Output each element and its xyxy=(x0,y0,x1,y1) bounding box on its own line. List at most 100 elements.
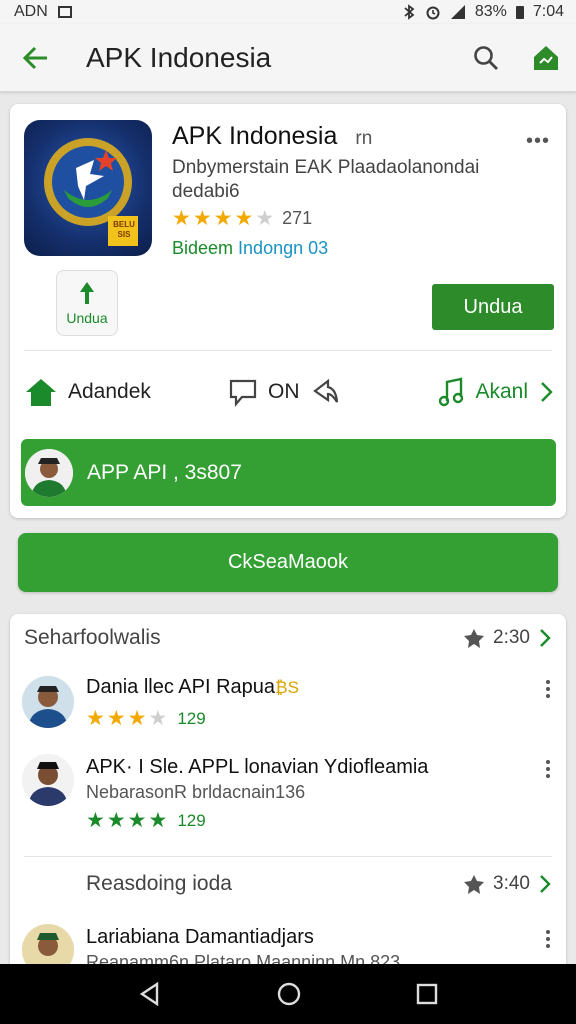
list-item-subtitle: NebarasonR brldacnain136 xyxy=(86,782,306,802)
nav-back-button[interactable] xyxy=(137,981,163,1007)
section-header[interactable]: Seharfoolwalis 2:30 xyxy=(24,626,552,650)
more-options-button[interactable]: ••• xyxy=(526,130,550,153)
app-bar: APK Indonesia xyxy=(0,24,576,92)
avatar xyxy=(22,676,74,728)
star-icon: ★ xyxy=(106,707,126,730)
list-item-title: APK· I Sle. APPL lonavian Ydiofleamia xyxy=(86,756,429,778)
small-install-label: Undua xyxy=(66,310,108,326)
back-button[interactable] xyxy=(0,24,72,92)
app-description: Dnbymerstain EAK Plaadaolanondai dedabi6 xyxy=(172,157,480,202)
rating-count: 129 xyxy=(177,708,206,728)
store-button[interactable] xyxy=(516,24,576,92)
list-item[interactable]: Dania llec API Rapua₿S ★ ★ ★ ★ 129 xyxy=(22,674,554,738)
nav-recents-button[interactable] xyxy=(415,982,439,1006)
item-overflow-button[interactable] xyxy=(542,680,554,698)
avatar xyxy=(25,448,73,497)
star-icon: ★ xyxy=(86,707,105,730)
comment-action-label: ON xyxy=(268,380,300,403)
home-action-label: Adandek xyxy=(68,380,151,403)
list-item-rating: ★ ★ ★ ★ 129 xyxy=(86,810,206,831)
person-avatar-icon xyxy=(22,676,74,728)
list-item-title-text: Dania llec API Rapua xyxy=(86,676,276,698)
star-icon: ★ xyxy=(148,707,168,730)
star-icon: ★ xyxy=(234,207,254,230)
avatar xyxy=(22,754,74,806)
chevron-right-icon xyxy=(540,629,551,647)
signal-icon xyxy=(450,5,465,19)
promo-banner[interactable]: APP API , 3s807 xyxy=(21,439,556,506)
chat-bubble-icon xyxy=(229,379,257,407)
comment-action[interactable]: ON xyxy=(228,377,428,407)
icon-badge-text: BELU SIS xyxy=(113,220,135,239)
star-icon: ★ xyxy=(127,707,147,730)
list-item-title: Lariabiana Damantiadjars xyxy=(86,926,314,948)
publisher-detail: Indongn 03 xyxy=(238,238,329,258)
status-left-text: ADN xyxy=(14,3,48,20)
rating-count: 271 xyxy=(282,208,313,228)
app-rating: ★ ★ ★ ★ ★ 271 xyxy=(172,208,312,229)
home-icon xyxy=(26,379,56,406)
app-icon: BELU SIS xyxy=(24,120,152,256)
promo-text: APP API , 3s807 xyxy=(87,460,242,484)
divider xyxy=(24,856,552,857)
section-header[interactable]: Reasdoing ioda 3:40 xyxy=(24,872,552,896)
app-title-text: APK Indonesia xyxy=(172,122,338,150)
screenshot-notification-icon xyxy=(57,6,72,18)
music-note-icon xyxy=(439,377,464,407)
battery-icon xyxy=(515,5,524,19)
person-avatar-icon xyxy=(22,754,74,806)
status-time: 7:04 xyxy=(532,3,564,20)
person-avatar-icon xyxy=(25,448,73,497)
nav-home-button[interactable] xyxy=(276,981,302,1007)
badge-star-icon xyxy=(464,875,485,894)
list-item-rating: ★ ★ ★ ★ 129 xyxy=(86,708,206,729)
star-icon: ★ xyxy=(192,207,212,230)
badge-star-icon xyxy=(464,629,485,648)
app-title-suffix: rn xyxy=(355,128,373,149)
item-overflow-button[interactable] xyxy=(542,760,554,778)
divider xyxy=(24,350,552,351)
music-action[interactable]: Akanl xyxy=(437,377,554,407)
rating-count: 129 xyxy=(177,810,206,830)
action-row: Adandek ON Akanl xyxy=(24,366,554,418)
search-button[interactable] xyxy=(456,24,516,92)
alarm-icon xyxy=(426,6,440,20)
search-icon xyxy=(474,45,498,70)
system-nav-bar xyxy=(0,964,576,1024)
star-icon: ★ xyxy=(213,207,233,230)
list-item[interactable]: APK· I Sle. APPL lonavian Ydiofleamia Ne… xyxy=(22,752,554,838)
publisher-name: Bideem xyxy=(172,238,234,258)
music-action-label: Akanl xyxy=(475,380,528,403)
chevron-right-icon xyxy=(540,875,551,893)
section-meta-text: 3:40 xyxy=(493,873,530,894)
install-button[interactable]: Undua xyxy=(432,284,554,330)
item-overflow-button[interactable] xyxy=(542,930,554,948)
store-home-icon xyxy=(534,45,558,70)
star-icon: ★ xyxy=(86,809,105,832)
page-title: APK Indonesia xyxy=(86,41,272,73)
small-install-button[interactable]: Undua xyxy=(56,270,118,336)
star-icon: ★ xyxy=(172,207,191,230)
list-item-title-extra: ₿S xyxy=(275,678,299,697)
status-bar: ADN 83% 7:04 xyxy=(0,0,576,24)
publisher[interactable]: Bideem Indongn 03 xyxy=(172,238,328,259)
app-title: APK Indonesia rn xyxy=(172,122,372,151)
app-detail-card: BELU SIS APK Indonesia rn ••• Dnbymerstai… xyxy=(10,104,566,518)
battery-percent: 83% xyxy=(474,3,507,20)
section-meta: 2:30 xyxy=(463,627,552,649)
star-icon: ★ xyxy=(127,809,147,832)
star-icon: ★ xyxy=(148,809,168,832)
star-icon: ★ xyxy=(255,207,275,230)
list-card: Seharfoolwalis 2:30 Dania llec API Rapua… xyxy=(10,614,566,976)
section-title: Seharfoolwalis xyxy=(24,626,161,649)
bluetooth-icon xyxy=(404,4,415,20)
home-action[interactable]: Adandek xyxy=(24,377,214,407)
download-arrow-icon xyxy=(80,282,94,304)
share-icon xyxy=(312,378,338,403)
section-meta-text: 2:30 xyxy=(493,627,530,648)
section-title: Reasdoing ioda xyxy=(86,872,232,895)
star-icon: ★ xyxy=(106,809,126,832)
arrow-left-icon xyxy=(22,46,47,69)
section-meta: 3:40 xyxy=(463,873,552,895)
main-action-button[interactable]: CkSeaMaook xyxy=(18,533,558,592)
